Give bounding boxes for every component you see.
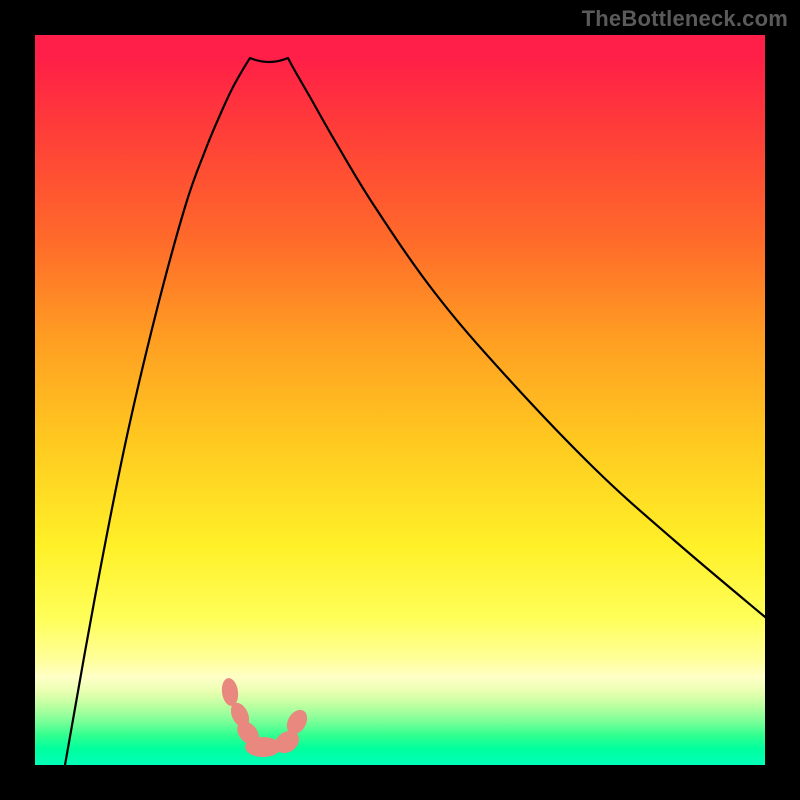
series-bottom-join bbox=[250, 58, 288, 62]
curve-lines bbox=[65, 58, 765, 765]
chart-svg bbox=[35, 35, 765, 765]
chart-frame: TheBottleneck.com bbox=[0, 0, 800, 800]
series-right-branch bbox=[288, 58, 765, 617]
plot-area bbox=[35, 35, 765, 765]
curve-markers bbox=[220, 677, 311, 758]
series-left-branch bbox=[65, 58, 250, 765]
marker-0 bbox=[220, 677, 240, 707]
watermark-text: TheBottleneck.com bbox=[582, 6, 788, 32]
